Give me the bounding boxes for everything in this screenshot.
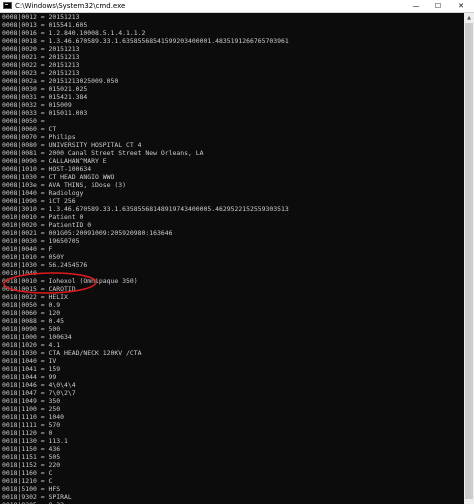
console-line: 0010|1010 = 050Y <box>2 253 65 261</box>
console-output[interactable]: 0008|0012 = 20151213 0008|0013 = 015541.6… <box>0 13 464 504</box>
console-line: 0018|1000 = 100634 <box>2 333 72 341</box>
console-line: 0008|1040 = Radiology <box>2 189 84 197</box>
console-line: 0018|0050 = 0.9 <box>2 301 61 309</box>
console-line: 0008|1010 = HOST-100634 <box>2 165 92 173</box>
console-line: 0018|1160 = C <box>2 469 53 477</box>
console-line: 0010|0040 = F <box>2 245 53 253</box>
scroll-up-arrow-icon[interactable]: ▲ <box>464 13 474 23</box>
console-line: 0018|1030 = CTA HEAD/NECK 120KV /CTA <box>2 349 142 357</box>
console-line: 0018|1130 = 113.1 <box>2 437 68 445</box>
console-line: 0008|0020 = 20151213 <box>2 45 80 53</box>
console-line: 0018|1047 = 7\0\2\7 <box>2 389 76 397</box>
console-line: 0008|0080 = UNIVERSITY HOSPITAL CT 4 <box>2 141 142 149</box>
vertical-scrollbar[interactable]: ▲ <box>464 13 474 504</box>
console-line: 0008|0070 = Philips <box>2 133 76 141</box>
console-line: 0008|0030 = 015021.025 <box>2 85 88 93</box>
console-line: 0008|0021 = 20151213 <box>2 53 80 61</box>
console-line: 0008|0013 = 015541.605 <box>2 21 88 29</box>
console-line: 0018|1151 = 505 <box>2 453 61 461</box>
console-line: 0018|1044 = 99 <box>2 373 57 381</box>
minimize-button[interactable]: — <box>406 0 426 12</box>
console-line: 0018|0015 = CAROTID <box>2 285 76 293</box>
console-line: 0018|1049 = 350 <box>2 397 61 405</box>
console-line: 0018|1041 = 159 <box>2 365 61 373</box>
console-line: 0008|0060 = CT <box>2 125 57 133</box>
console-line: 0018|1210 = C <box>2 477 53 485</box>
console-line: 0010|1040 = <box>2 269 45 277</box>
cmd-app-icon <box>3 2 12 9</box>
console-line: 0018|1111 = 570 <box>2 421 61 429</box>
console-line: 0018|0010 = Iohexol (Omnipaque 350) <box>2 277 138 285</box>
console-line: 0010|0010 = Patient 0 <box>2 213 84 221</box>
console-line: 0018|1110 = 1040 <box>2 413 65 421</box>
console-line: 0018|5100 = HFS <box>2 485 61 493</box>
console-line: 0010|1030 = 56.2454576 <box>2 261 88 269</box>
console-line: 0008|1090 = iCT 256 <box>2 197 76 205</box>
console-line: 0008|0032 = 015009 <box>2 101 72 109</box>
console-line: 0018|0088 = 0.45 <box>2 317 65 325</box>
console-line: 0008|0022 = 20151213 <box>2 61 80 69</box>
maximize-button[interactable]: ☐ <box>428 0 448 12</box>
console-line: 0008|1030 = CT HEAD ANGIO WWO <box>2 173 115 181</box>
console-line: 0018|1150 = 436 <box>2 445 61 453</box>
console-line: 0018|0090 = 500 <box>2 325 61 333</box>
console-line: 0008|0033 = 015011.003 <box>2 109 88 117</box>
console-line: 0018|1046 = 4\0\4\4 <box>2 381 76 389</box>
console-line: 0018|1020 = 4.1 <box>2 341 61 349</box>
console-line: 0008|0081 = 2000 Canal Street Street New… <box>2 149 204 157</box>
console-line: 0008|3010 = 1.3.46.670589.33.1.635855681… <box>2 205 289 213</box>
console-line: 0018|9302 = SPIRAL <box>2 493 72 501</box>
title-bar[interactable]: C:\Windows\System32\cmd.exe — ☐ ✕ <box>0 0 474 13</box>
console-line: 0008|0016 = 1.2.840.10008.5.1.4.1.1.2 <box>2 29 146 37</box>
console-line: 0010|0021 = 001G05:20091009:205920980:16… <box>2 229 173 237</box>
console-line: 0010|0030 = 19650705 <box>2 237 80 245</box>
console-line: 0018|1100 = 250 <box>2 405 61 413</box>
console-line: 0008|002a = 20151213025009.050 <box>2 77 119 85</box>
console-line: 0008|0050 = <box>2 117 45 125</box>
console-line: 0018|1152 = 220 <box>2 461 61 469</box>
console-line: 0008|0090 = CALLAHAN^MARY E <box>2 157 107 165</box>
console-line: 0018|1120 = 0 <box>2 429 53 437</box>
console-line: 0008|0031 = 015421.384 <box>2 93 88 101</box>
console-line: 0008|0012 = 20151213 <box>2 13 80 21</box>
cmd-window: C:\Windows\System32\cmd.exe — ☐ ✕ 0008|0… <box>0 0 474 504</box>
console-line: 0008|103e = AVA THINS, iDose (3) <box>2 181 127 189</box>
console-line: 0008|0023 = 20151213 <box>2 69 80 77</box>
console-line: 0018|1040 = IV <box>2 357 57 365</box>
window-title: C:\Windows\System32\cmd.exe <box>15 2 126 10</box>
close-button[interactable]: ✕ <box>451 0 471 12</box>
scroll-thumb[interactable] <box>465 23 473 499</box>
console-line: 0018|0060 = 120 <box>2 309 61 317</box>
console-line: 0008|0018 = 1.3.46.670589.33.1.635855685… <box>2 37 289 45</box>
console-line: 0010|0020 = PatientID 0 <box>2 221 92 229</box>
console-line: 0018|0022 = HELIX <box>2 293 68 301</box>
